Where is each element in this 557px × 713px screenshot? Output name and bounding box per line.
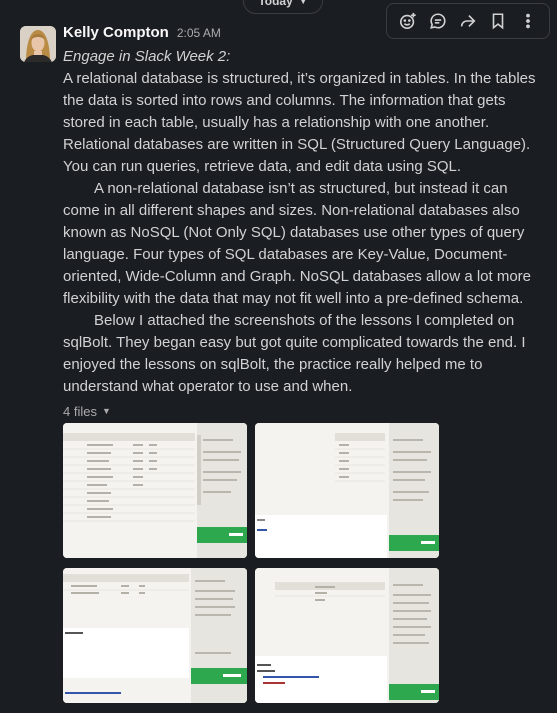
author-name[interactable]: Kelly Compton <box>63 24 169 41</box>
chevron-down-icon: ▼ <box>298 0 308 6</box>
message-body: Engage in Slack Week 2: A relational dat… <box>63 46 548 398</box>
attachment-thumbnail[interactable] <box>63 568 247 703</box>
message-paragraph: Below I attached the screenshots of the … <box>63 312 526 395</box>
files-count-label: 4 files <box>63 403 97 419</box>
attachment-thumbnail[interactable] <box>63 423 247 558</box>
date-divider-label: Today <box>258 0 293 8</box>
files-toggle[interactable]: 4 files ▼ <box>63 402 548 420</box>
attachments-grid <box>63 423 443 708</box>
message: Kelly Compton 2:05 AM Engage in Slack We… <box>63 24 548 420</box>
attachment-thumbnail[interactable] <box>255 423 439 558</box>
message-timestamp[interactable]: 2:05 AM <box>177 26 221 40</box>
caret-down-icon: ▼ <box>101 406 111 416</box>
date-divider-today[interactable]: Today ▼ <box>243 0 323 14</box>
avatar[interactable] <box>20 26 56 62</box>
message-subject: Engage in Slack Week 2: <box>63 48 231 65</box>
message-header: Kelly Compton 2:05 AM <box>63 24 548 46</box>
message-paragraph: A non-relational database isn’t as struc… <box>63 180 532 307</box>
attachment-thumbnail[interactable] <box>255 568 439 703</box>
message-paragraph: A relational database is structured, it’… <box>63 70 536 175</box>
